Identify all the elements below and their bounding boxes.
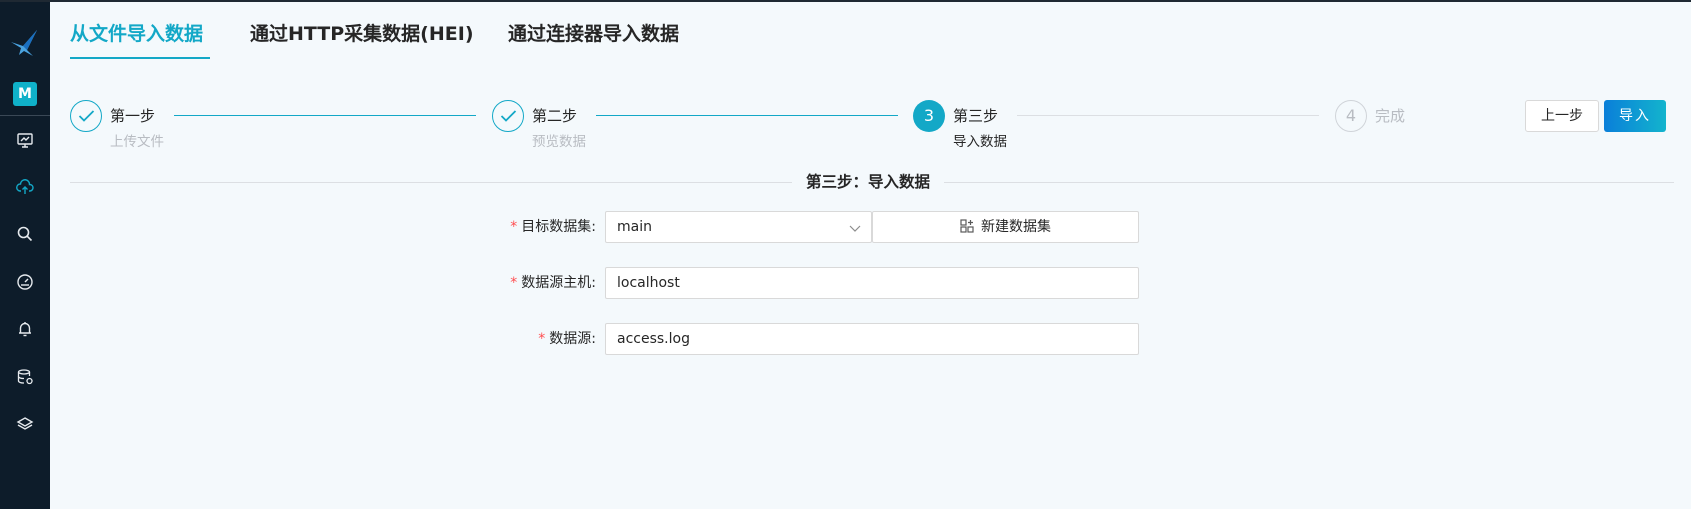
step-2-done-icon [492,100,524,132]
host-label: * 数据源主机: [336,273,596,293]
tab-import-from-file[interactable]: 从文件导入数据 [70,20,203,48]
search-icon[interactable] [15,224,35,244]
new-dataset-label: 新建数据集 [981,219,1051,235]
cloud-upload-icon[interactable] [15,177,35,197]
section-divider-right [944,182,1674,183]
user-avatar[interactable]: M [13,82,37,106]
step-3-number: 3 [913,100,945,132]
dataset-select[interactable]: main [605,211,872,243]
window-top-border [0,0,1691,2]
section-title: 第三步：导入数据 [805,173,930,191]
sidebar: M [0,2,50,509]
layers-icon[interactable] [15,414,35,434]
active-tab-indicator [70,57,210,59]
bell-icon[interactable] [15,319,35,339]
source-input-value: access.log [617,331,690,347]
chevron-down-icon [849,225,861,232]
host-input[interactable]: localhost [605,267,1139,299]
step-3-title: 第三步 [953,107,999,125]
required-mark: * [510,275,518,291]
steps-progress: 第一步 上传文件 第二步 预览数据 3 第三步 导入数据 4 完成 [70,100,1410,160]
step-3-connector [1017,115,1319,116]
import-button[interactable]: 导入 [1604,100,1666,132]
sidebar-divider [0,115,50,116]
tab-http-collect[interactable]: 通过HTTP采集数据(HEI) [250,20,474,48]
source-input[interactable]: access.log [605,323,1139,355]
step-3-description: 导入数据 [953,134,1007,150]
dataset-select-value: main [617,219,652,235]
monitor-chart-icon[interactable] [15,130,35,150]
source-label: * 数据源: [336,329,596,349]
step-4-title: 完成 [1375,107,1406,125]
step-4-number: 4 [1335,100,1367,132]
required-mark: * [510,219,518,235]
source-label-text: 数据源: [549,331,596,347]
previous-step-button[interactable]: 上一步 [1525,100,1599,132]
logo-bird-icon[interactable] [9,28,41,58]
section-divider-left [70,182,792,183]
step-2-description: 预览数据 [532,134,586,150]
dashboard-gauge-icon[interactable] [15,272,35,292]
dataset-label: * 目标数据集: [336,217,596,237]
tab-connector-import[interactable]: 通过连接器导入数据 [508,20,679,48]
dataset-label-text: 目标数据集: [521,219,596,235]
step-1-done-icon [70,100,102,132]
step-1-connector [174,115,476,116]
step-2-title: 第二步 [532,107,578,125]
new-dataset-icon [960,219,974,233]
step-1-description: 上传文件 [110,134,164,150]
database-settings-icon[interactable] [15,367,35,387]
new-dataset-button[interactable]: 新建数据集 [872,211,1139,243]
required-mark: * [538,331,546,347]
step-1-title: 第一步 [110,107,156,125]
step-2-connector [596,115,898,116]
host-input-value: localhost [617,275,680,291]
host-label-text: 数据源主机: [521,275,596,291]
